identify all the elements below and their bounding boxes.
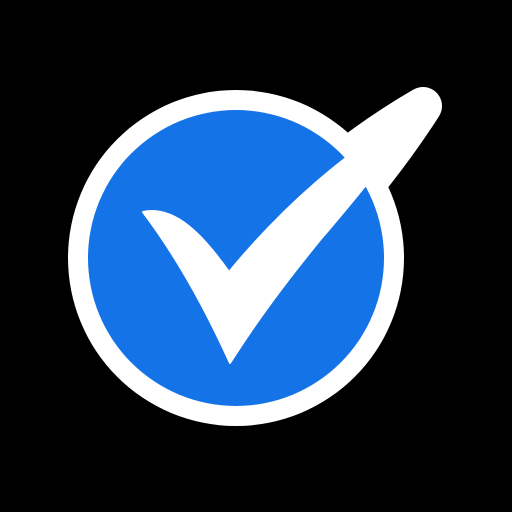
icon-canvas bbox=[0, 0, 512, 512]
blue-disc bbox=[88, 110, 384, 406]
checkmark-circle-icon bbox=[68, 87, 442, 426]
